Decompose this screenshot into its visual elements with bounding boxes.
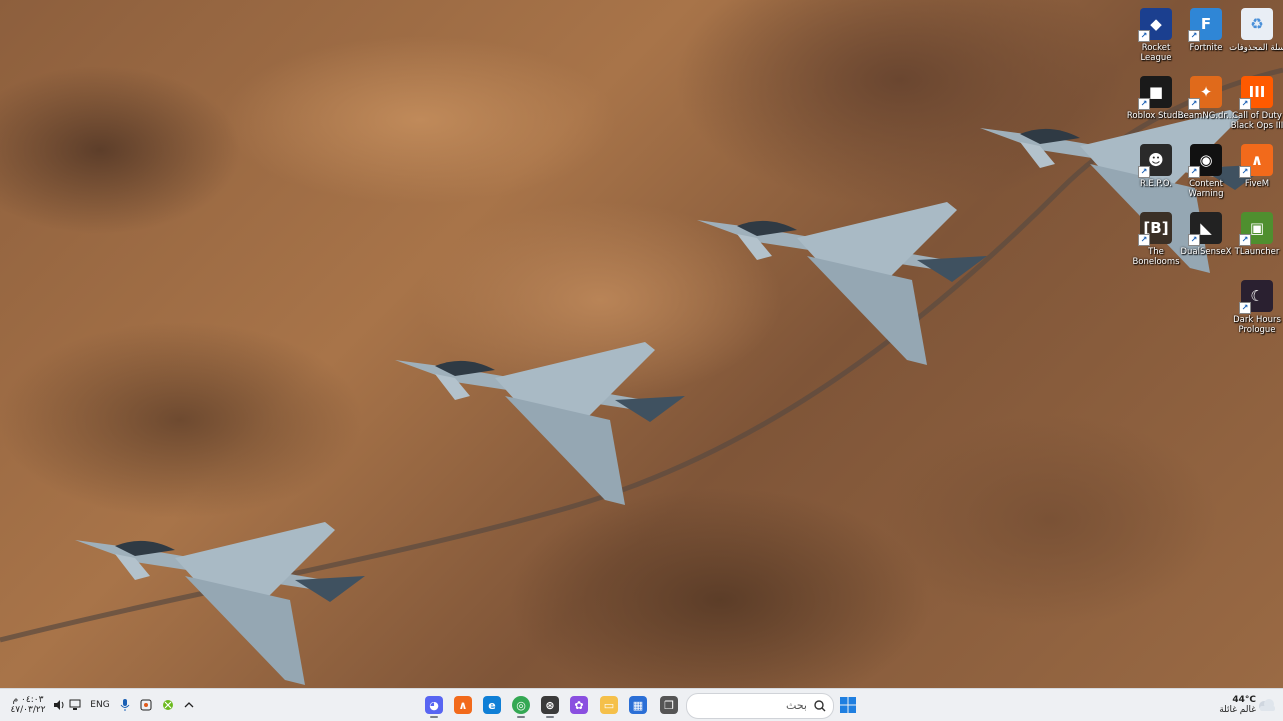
chrome-icon: ◎ [512, 696, 530, 714]
dualsensex-icon: ◣ ↗ [1188, 212, 1222, 246]
fivem-icon: ∧ ↗ [1239, 144, 1273, 178]
dark-hours-icon: ☾ ↗ [1239, 280, 1273, 314]
shortcut-arrow-icon: ↗ [1239, 302, 1251, 314]
wallpaper-jets [0, 67, 1283, 685]
store-icon: ▦ [629, 696, 647, 714]
call-of-duty-icon: III ↗ [1239, 76, 1273, 110]
weather-text: غالم غائلة [1219, 705, 1256, 715]
desktop-icon-dark-hours[interactable]: ☾ ↗ Dark Hours Prologue [1229, 276, 1283, 342]
fortnite-icon: F ↗ [1188, 8, 1222, 42]
taskbar-app-discord[interactable]: ◕ [421, 692, 447, 718]
shortcut-arrow-icon: ↗ [1188, 30, 1200, 42]
language-indicator[interactable]: ENG [88, 689, 112, 721]
desktop-icon-label: Dark Hours Prologue [1233, 315, 1281, 335]
shortcut-arrow-icon: ↗ [1188, 166, 1200, 178]
desktop-icon-rocket-league[interactable]: ◆ ↗ Rocket League [1128, 4, 1184, 70]
desktop: ◆ ↗ Rocket League F ↗ Fortnite ♻ سلة المحذوفات ■… [0, 0, 1283, 688]
chevron-up-icon[interactable] [182, 689, 196, 721]
search-icon [814, 700, 826, 712]
network-icon[interactable] [68, 689, 82, 721]
windows-icon [840, 697, 856, 713]
shortcut-arrow-icon: ↗ [1188, 98, 1200, 110]
roblox-studio-icon: ■ ↗ [1138, 76, 1172, 110]
microphone-icon[interactable] [118, 689, 132, 721]
taskbar-app-copilot[interactable]: ✿ [566, 692, 592, 718]
clock-date: ٤٧/٠٣/٢٢ [10, 705, 46, 715]
search-input[interactable]: بحث [686, 693, 834, 719]
content-warning-icon: ◉ ↗ [1188, 144, 1222, 178]
taskbar-app-task-view[interactable]: ❐ [656, 692, 682, 718]
discord-icon: ◕ [425, 696, 443, 714]
rocket-league-icon: ◆ ↗ [1138, 8, 1172, 42]
search-placeholder: بحث [786, 699, 807, 712]
shortcut-arrow-icon: ↗ [1188, 234, 1200, 246]
weather-temp: 44°C [1232, 695, 1256, 705]
desktop-icon-roblox-studio[interactable]: ■ ↗ Roblox Studio [1127, 72, 1185, 138]
clock[interactable]: ٠٤:٠٣ م ٤٧/٠٣/٢٢ [8, 689, 48, 721]
shortcut-arrow-icon: ↗ [1138, 234, 1150, 246]
jet-3 [697, 202, 987, 365]
desktop-icon-fivem[interactable]: ∧ ↗ FiveM [1229, 140, 1283, 206]
taskbar-app-chrome[interactable]: ◎ [508, 692, 534, 718]
xbox-icon[interactable] [161, 689, 175, 721]
volume-icon[interactable] [52, 689, 66, 721]
desktop-icon-content-warning[interactable]: ◉ ↗ Content Warning [1178, 140, 1234, 206]
desktop-icon-label: سلة المحذوفات [1229, 43, 1283, 53]
jet-1 [75, 522, 365, 685]
clock-time: ٠٤:٠٣ م [12, 695, 44, 705]
beamng-icon: ✦ ↗ [1188, 76, 1222, 110]
start-button[interactable] [838, 689, 858, 721]
desktop-icon-bonelab[interactable]: [B] ↗ The Bonelooms [1128, 208, 1184, 274]
task-view-icon: ❐ [660, 696, 678, 714]
desktop-icon-beamng[interactable]: ✦ ↗ BeamNG.dr... [1178, 72, 1234, 138]
shortcut-arrow-icon: ↗ [1138, 166, 1150, 178]
shortcut-arrow-icon: ↗ [1239, 234, 1251, 246]
repo-icon: ☻ ↗ [1138, 144, 1172, 178]
taskbar-app-store[interactable]: ▦ [625, 692, 651, 718]
shortcut-arrow-icon: ↗ [1138, 98, 1150, 110]
bonelab-icon: [B] ↗ [1138, 212, 1172, 246]
weather-widget[interactable]: 44°C غالم غائلة [1206, 689, 1256, 721]
steam-like-icon: ⊛ [541, 696, 559, 714]
shortcut-arrow-icon: ↗ [1239, 166, 1251, 178]
shortcut-arrow-icon: ↗ [1239, 98, 1251, 110]
desktop-icon-fortnite[interactable]: F ↗ Fortnite [1178, 4, 1234, 70]
desktop-icon-label: TLauncher [1234, 247, 1280, 257]
file-explorer-icon: ▭ [600, 696, 618, 714]
copilot-icon: ✿ [570, 696, 588, 714]
desktop-icon-call-of-duty[interactable]: III ↗ Call of Duty Black Ops III [1229, 72, 1283, 138]
shortcut-arrow-icon: ↗ [1138, 30, 1150, 42]
fivem-icon: ∧ [454, 696, 472, 714]
taskbar-app-fivem[interactable]: ∧ [450, 692, 476, 718]
edge-icon: e [483, 696, 501, 714]
taskbar-app-file-explorer[interactable]: ▭ [596, 692, 622, 718]
weather-cloud-icon [1256, 689, 1278, 721]
desktop-icon-label: FiveM [1244, 179, 1270, 189]
tlauncher-icon: ▣ ↗ [1239, 212, 1273, 246]
taskbar-app-steam-like[interactable]: ⊛ [537, 692, 563, 718]
desktop-icon-dualsensex[interactable]: ◣ ↗ DualSenseX [1178, 208, 1234, 274]
sync-icon[interactable] [139, 689, 153, 721]
recycle-bin-icon: ♻ [1241, 8, 1273, 40]
desktop-icon-label: Call of Duty Black Ops III [1230, 111, 1283, 131]
desktop-icon-tlauncher[interactable]: ▣ ↗ TLauncher [1229, 208, 1283, 274]
desktop-icon-recycle-bin[interactable]: ♻ سلة المحذوفات [1229, 4, 1283, 70]
taskbar: ٠٤:٠٣ م ٤٧/٠٣/٢٢ ENG ◕ ∧ e ◎ ⊛ ✿ ▭ ▦ ❐ بحث [0, 688, 1283, 721]
taskbar-app-edge[interactable]: e [479, 692, 505, 718]
